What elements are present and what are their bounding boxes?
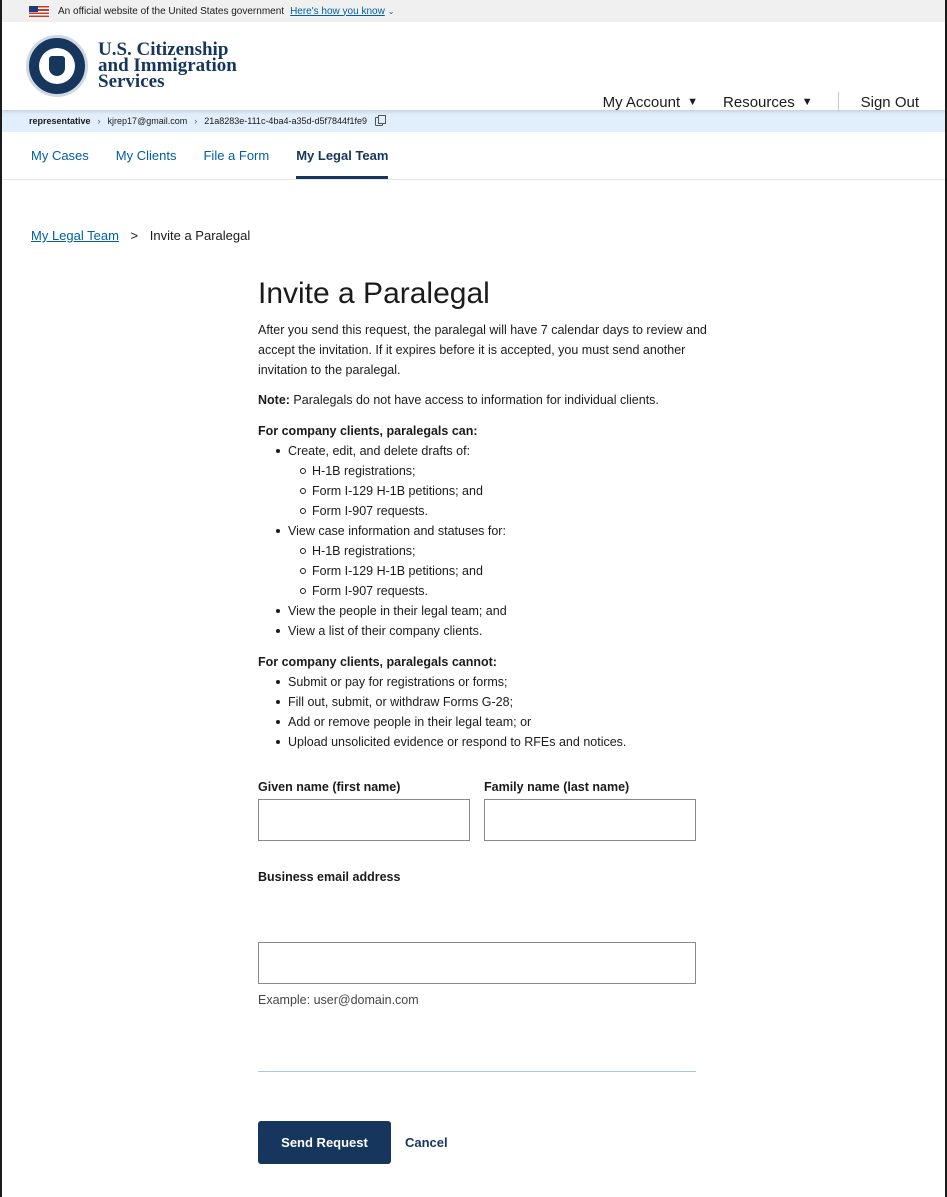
my-account-label: My Account — [602, 93, 681, 111]
list-item: Fill out, submit, or withdraw Forms G-28… — [276, 692, 718, 712]
sub-list: H-1B registrations; Form I-129 H-1B peti… — [288, 541, 718, 601]
chevron-down-icon[interactable]: ⌄ — [388, 7, 395, 16]
intro-text: After you send this request, the paraleg… — [258, 323, 707, 377]
gov-banner-text: An official website of the United States… — [58, 5, 285, 17]
family-name-input[interactable] — [484, 799, 696, 841]
nav-divider — [837, 92, 839, 112]
note-label: Note: — [258, 393, 290, 407]
list-item: View case information and statuses for: … — [276, 521, 718, 601]
list-item: H-1B registrations; — [300, 541, 718, 561]
given-name-label: Given name (first name) — [258, 780, 401, 794]
copy-icon[interactable] — [375, 114, 387, 126]
sign-out-link[interactable]: Sign Out — [861, 94, 919, 111]
cancel-button[interactable]: Cancel — [405, 1135, 448, 1150]
chevron-right-icon: › — [97, 116, 101, 126]
can-heading: For company clients, paralegals can: — [258, 424, 478, 438]
page-title: Invite a Paralegal — [258, 277, 490, 310]
list-item: Upload unsolicited evidence or respond t… — [276, 732, 718, 752]
list-item: H-1B registrations; — [300, 461, 718, 481]
given-name-input[interactable] — [258, 799, 470, 841]
main-tabs: My Cases My Clients File a Form My Legal… — [2, 132, 945, 180]
cannot-heading: For company clients, paralegals cannot: — [258, 655, 497, 669]
list-item: Form I-129 H-1B petitions; and — [300, 481, 718, 501]
email-hint: Example: user@domain.com — [258, 993, 419, 1007]
can-list: Create, edit, and delete drafts of: H-1B… — [258, 441, 718, 641]
list-item: Create, edit, and delete drafts of: H-1B… — [276, 441, 718, 521]
list-item: Form I-129 H-1B petitions; and — [300, 561, 718, 581]
account-role: representative — [29, 116, 91, 126]
sub-list: H-1B registrations; Form I-129 H-1B peti… — [288, 461, 718, 521]
breadcrumb-link-my-legal-team[interactable]: My Legal Team — [31, 228, 119, 243]
note-body: Paralegals do not have access to informa… — [289, 393, 659, 407]
list-item-text: Create, edit, and delete drafts of: — [288, 444, 471, 458]
list-item-text: View case information and statuses for: — [288, 524, 506, 538]
heres-how-you-know-link[interactable]: Here's how you know — [290, 6, 385, 17]
caret-down-icon: ▼ — [687, 96, 699, 108]
family-name-label: Family name (last name) — [484, 780, 630, 794]
form-divider — [258, 1071, 696, 1072]
tab-my-legal-team[interactable]: My Legal Team — [296, 148, 389, 179]
note-text: Note: Paralegals do not have access to i… — [258, 390, 718, 410]
list-item: Form I-907 requests. — [300, 501, 718, 521]
email-label: Business email address — [258, 870, 401, 884]
site-header: U.S. Citizenship and Immigration Service… — [2, 22, 945, 112]
header-nav: My Account ▼ Resources ▼ Sign Out — [603, 92, 919, 112]
page-frame: An official website of the United States… — [0, 0, 947, 1197]
resources-menu[interactable]: Resources ▼ — [723, 94, 813, 111]
resources-label: Resources — [723, 93, 795, 111]
dhs-seal-logo[interactable] — [26, 35, 88, 97]
account-id: 21a8283e-111c-4ba4-a35d-d5f7844f1fe9 — [204, 116, 368, 126]
identity-bar: representative › kjrep17@gmail.com › 21a… — [2, 110, 945, 132]
my-account-menu[interactable]: My Account ▼ — [603, 94, 698, 111]
us-flag-icon — [29, 5, 49, 17]
breadcrumb-current: Invite a Paralegal — [149, 228, 251, 243]
send-request-button[interactable]: Send Request — [258, 1121, 391, 1164]
list-item: Add or remove people in their legal team… — [276, 712, 718, 732]
list-item: Form I-907 requests. — [300, 581, 718, 601]
agency-name-line3: Services — [98, 71, 165, 92]
breadcrumb: My Legal Team > Invite a Paralegal — [31, 228, 250, 243]
caret-down-icon: ▼ — [801, 96, 813, 108]
tab-file-a-form[interactable]: File a Form — [203, 148, 269, 179]
account-email: kjrep17@gmail.com — [107, 116, 188, 126]
email-input[interactable] — [258, 942, 696, 984]
list-item: Submit or pay for registrations or forms… — [276, 672, 718, 692]
cannot-list: Submit or pay for registrations or forms… — [258, 672, 718, 752]
main-content: Invite a Paralegal After you send this r… — [258, 276, 718, 752]
breadcrumb-separator: > — [130, 228, 139, 243]
list-item: View a list of their company clients. — [276, 621, 718, 641]
list-item: View the people in their legal team; and — [276, 601, 718, 621]
gov-banner: An official website of the United States… — [2, 0, 945, 22]
tab-my-clients[interactable]: My Clients — [116, 148, 177, 179]
chevron-right-icon: › — [194, 116, 198, 126]
agency-name[interactable]: U.S. Citizenship and Immigration Service… — [98, 40, 237, 92]
tab-my-cases[interactable]: My Cases — [31, 148, 89, 179]
